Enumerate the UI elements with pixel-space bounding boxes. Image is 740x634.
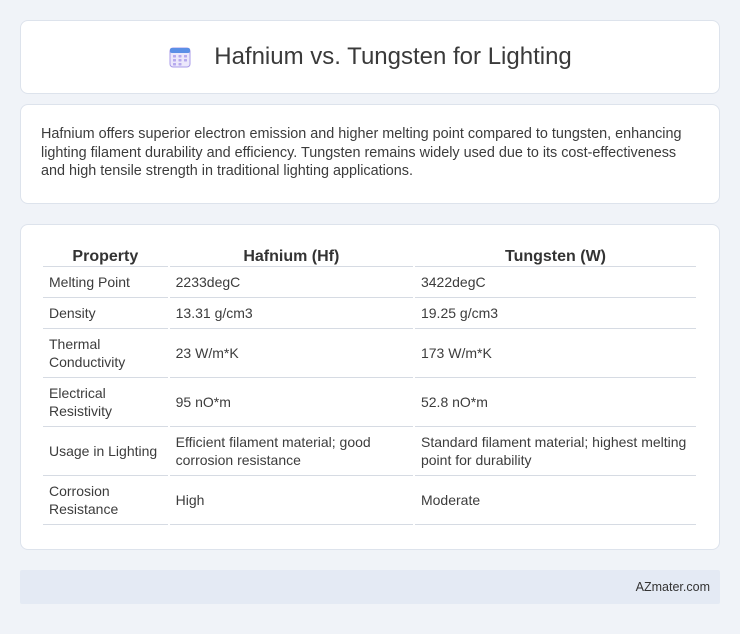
hafnium-cell: High bbox=[169, 476, 413, 525]
tungsten-cell: 173 W/m*K bbox=[414, 329, 696, 378]
tungsten-cell: Moderate bbox=[414, 476, 696, 525]
tungsten-cell: 19.25 g/cm3 bbox=[414, 298, 696, 329]
title-card: Hafnium vs. Tungsten for Lighting bbox=[20, 20, 720, 94]
comparison-card: Property Hafnium (Hf) Tungsten (W) Melti… bbox=[20, 224, 720, 550]
table-header-row: Property Hafnium (Hf) Tungsten (W) bbox=[43, 245, 696, 267]
comparison-table: Property Hafnium (Hf) Tungsten (W) Melti… bbox=[41, 245, 698, 525]
table-row: Corrosion Resistance High Moderate bbox=[43, 476, 696, 525]
table-row: Electrical Resistivity 95 nO*m 52.8 nO*m bbox=[43, 378, 696, 427]
property-cell: Density bbox=[43, 298, 168, 329]
hafnium-cell: Efficient filament material; good corros… bbox=[169, 427, 413, 476]
property-cell: Melting Point bbox=[43, 267, 168, 298]
summary-text: Hafnium offers superior electron emissio… bbox=[41, 126, 682, 180]
property-cell: Thermal Conductivity bbox=[43, 329, 168, 378]
header-hafnium: Hafnium (Hf) bbox=[169, 245, 413, 267]
calendar-icon bbox=[168, 45, 192, 69]
table-row: Usage in Lighting Efficient filament mat… bbox=[43, 427, 696, 476]
hafnium-cell: 13.31 g/cm3 bbox=[169, 298, 413, 329]
table-row: Thermal Conductivity 23 W/m*K 173 W/m*K bbox=[43, 329, 696, 378]
hafnium-cell: 95 nO*m bbox=[169, 378, 413, 427]
tungsten-cell: Standard filament material; highest melt… bbox=[414, 427, 696, 476]
header-tungsten: Tungsten (W) bbox=[414, 245, 696, 267]
property-cell: Corrosion Resistance bbox=[43, 476, 168, 525]
hafnium-cell: 2233degC bbox=[169, 267, 413, 298]
header-property: Property bbox=[43, 245, 168, 267]
page-title: Hafnium vs. Tungsten for Lighting bbox=[214, 43, 572, 70]
tungsten-cell: 3422degC bbox=[414, 267, 696, 298]
property-cell: Electrical Resistivity bbox=[43, 378, 168, 427]
tungsten-cell: 52.8 nO*m bbox=[414, 378, 696, 427]
footer-bar: AZmater.com bbox=[20, 570, 720, 604]
summary-card: Hafnium offers superior electron emissio… bbox=[20, 104, 720, 204]
table-row: Density 13.31 g/cm3 19.25 g/cm3 bbox=[43, 298, 696, 329]
hafnium-cell: 23 W/m*K bbox=[169, 329, 413, 378]
property-cell: Usage in Lighting bbox=[43, 427, 168, 476]
footer-source-link[interactable]: AZmater.com bbox=[636, 580, 710, 594]
table-row: Melting Point 2233degC 3422degC bbox=[43, 267, 696, 298]
